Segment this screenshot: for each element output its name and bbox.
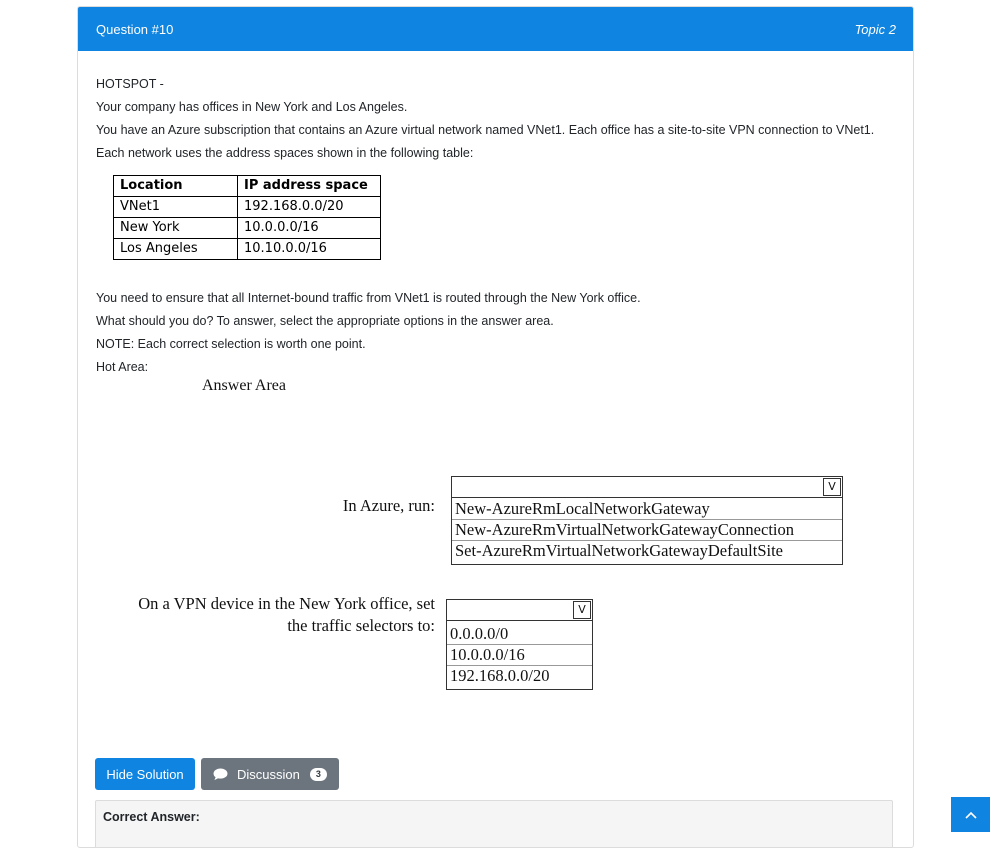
answer-area-image: Answer Area In Azure, run: V New-AzureRm… — [78, 372, 912, 702]
question-text-line: You have an Azure subscription that cont… — [96, 123, 875, 137]
question-text-line: What should you do? To answer, select th… — [96, 314, 554, 328]
q2-option[interactable]: 0.0.0.0/0 — [447, 624, 592, 645]
correct-answer-panel: Correct Answer: — [95, 800, 893, 847]
answer-area-title: Answer Area — [202, 377, 286, 394]
table-row: Los Angeles 10.10.0.0/16 — [113, 238, 381, 260]
chat-bubble-icon — [213, 767, 228, 780]
q2-option[interactable]: 192.168.0.0/20 — [447, 666, 592, 686]
q2-option[interactable]: 10.0.0.0/16 — [447, 645, 592, 666]
table-row: New York 10.0.0.0/16 — [113, 217, 381, 239]
q1-dropdown[interactable]: V New-AzureRmLocalNetworkGateway New-Azu… — [451, 476, 843, 565]
question-text-line: HOTSPOT - — [96, 77, 164, 91]
q2-label: On a VPN device in the New York office, … — [98, 593, 435, 637]
scroll-to-top-button[interactable] — [951, 797, 990, 832]
table-header-cell: IP address space — [237, 175, 381, 197]
question-text-line: Your company has offices in New York and… — [96, 100, 408, 114]
question-text-line: You need to ensure that all Internet-bou… — [96, 291, 641, 305]
discussion-button[interactable]: Discussion 3 — [201, 758, 339, 790]
question-card: Question #10 Topic 2 HOTSPOT - Your comp… — [77, 6, 914, 848]
question-text-line: Each network uses the address spaces sho… — [96, 146, 474, 160]
table-cell: Los Angeles — [113, 238, 238, 260]
q1-option[interactable]: New-AzureRmVirtualNetworkGatewayConnecti… — [452, 520, 842, 541]
q1-label: In Azure, run: — [342, 496, 435, 515]
table-cell: 10.10.0.0/16 — [237, 238, 381, 260]
correct-answer-label: Correct Answer: — [103, 810, 200, 824]
question-text-line: NOTE: Each correct selection is worth on… — [96, 337, 366, 351]
table-cell: 10.0.0.0/16 — [237, 217, 381, 239]
q2-dropdown-header[interactable]: V — [447, 600, 592, 621]
card-header: Question #10 Topic 2 — [78, 7, 913, 51]
table-header-row: Location IP address space — [113, 175, 381, 197]
chevron-up-icon — [964, 811, 977, 819]
hide-solution-button[interactable]: Hide Solution — [95, 758, 195, 790]
q2-dropdown[interactable]: V 0.0.0.0/0 10.0.0.0/16 192.168.0.0/20 — [446, 599, 593, 690]
chevron-down-icon[interactable]: V — [823, 478, 841, 496]
q1-option[interactable]: Set-AzureRmVirtualNetworkGatewayDefaultS… — [452, 541, 842, 561]
table-cell: VNet1 — [113, 196, 238, 218]
discussion-label: Discussion — [237, 766, 300, 782]
table-cell: 192.168.0.0/20 — [237, 196, 381, 218]
address-space-table: Location IP address space VNet1 192.168.… — [113, 175, 381, 260]
table-cell: New York — [113, 217, 238, 239]
q2-label-line: the traffic selectors to: — [287, 616, 435, 635]
question-body: HOTSPOT - Your company has offices in Ne… — [96, 73, 896, 379]
q1-dropdown-header[interactable]: V — [452, 477, 842, 498]
topic-label: Topic 2 — [854, 21, 896, 37]
q2-label-line: On a VPN device in the New York office, … — [138, 594, 435, 613]
table-header-cell: Location — [113, 175, 238, 197]
chevron-down-icon[interactable]: V — [573, 601, 591, 619]
table-row: VNet1 192.168.0.0/20 — [113, 196, 381, 218]
discussion-count-badge: 3 — [309, 767, 327, 781]
question-number: Question #10 — [96, 21, 174, 37]
q1-option[interactable]: New-AzureRmLocalNetworkGateway — [452, 499, 842, 520]
